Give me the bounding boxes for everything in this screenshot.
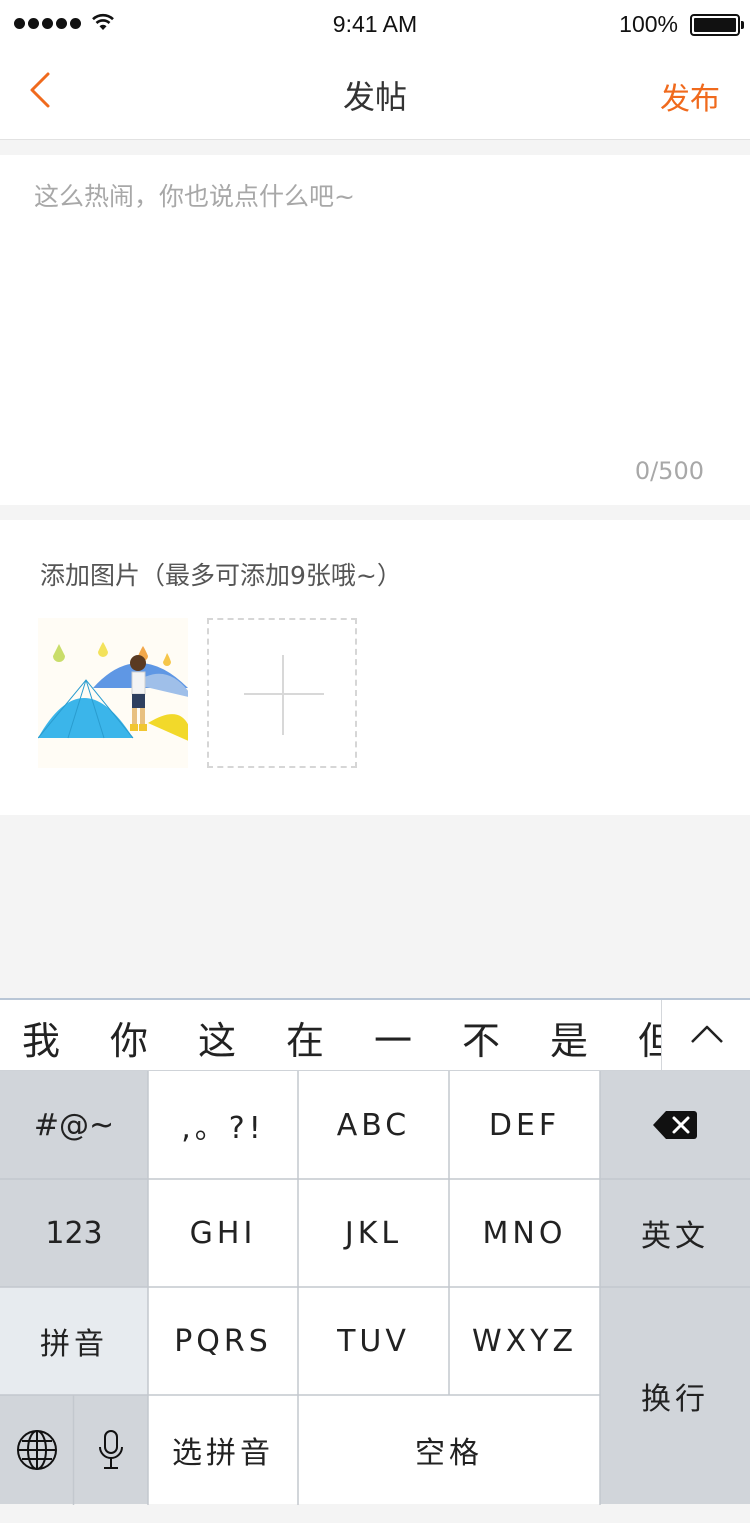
chevron-up-icon bbox=[691, 1025, 723, 1043]
post-text-input[interactable] bbox=[34, 179, 714, 439]
delete-key[interactable] bbox=[600, 1071, 750, 1179]
candidate-bar: 我 你 这 在 一 不 是 但 bbox=[0, 998, 750, 1071]
expand-candidates-button[interactable] bbox=[661, 1000, 750, 1070]
tuv-key[interactable]: TUV bbox=[298, 1287, 449, 1395]
publish-button[interactable]: 发布 bbox=[660, 74, 720, 118]
backspace-icon bbox=[653, 1111, 697, 1139]
chevron-left-icon bbox=[30, 72, 50, 108]
back-button[interactable] bbox=[20, 68, 64, 112]
punctuation-key[interactable]: ,。?! bbox=[148, 1071, 298, 1179]
child-with-umbrellas-photo bbox=[38, 618, 188, 768]
compose-post-screen: 9:41 AM 100% 发帖 发布 0/500 添加图片（最多可添加9张哦~） bbox=[0, 0, 750, 1523]
char-counter: 0/500 bbox=[634, 457, 704, 485]
candidate-word[interactable]: 一 bbox=[374, 1010, 412, 1065]
candidate-word[interactable]: 在 bbox=[286, 1010, 324, 1065]
page-title: 发帖 bbox=[342, 78, 407, 116]
candidate-word[interactable]: 这 bbox=[198, 1010, 236, 1065]
image-thumbnail[interactable] bbox=[38, 618, 188, 768]
microphone-icon bbox=[99, 1429, 123, 1469]
post-editor: 0/500 bbox=[0, 155, 750, 505]
wxyz-key[interactable]: WXYZ bbox=[449, 1287, 600, 1395]
microphone-key[interactable] bbox=[74, 1395, 148, 1504]
ghi-key[interactable]: GHI bbox=[148, 1179, 298, 1287]
mno-key[interactable]: MNO bbox=[449, 1179, 600, 1287]
candidate-word[interactable]: 你 bbox=[110, 1010, 148, 1065]
image-section: 添加图片（最多可添加9张哦~） bbox=[0, 520, 750, 815]
jkl-key[interactable]: JKL bbox=[298, 1179, 449, 1287]
add-image-label: 添加图片（最多可添加9张哦~） bbox=[40, 561, 402, 590]
add-image-button[interactable] bbox=[207, 618, 357, 768]
battery-percent: 100% bbox=[619, 11, 678, 37]
def-key[interactable]: DEF bbox=[449, 1071, 600, 1179]
home-indicator-area bbox=[0, 1505, 750, 1523]
english-key[interactable]: 英文 bbox=[600, 1179, 750, 1287]
pqrs-key[interactable]: PQRS bbox=[148, 1287, 298, 1395]
nav-bar: 发帖 发布 bbox=[0, 50, 750, 140]
enter-key[interactable]: 换行 bbox=[600, 1287, 750, 1504]
pinyin-keyboard: 我 你 这 在 一 不 是 但 #@~ ,。?! ABC DEF 123 GHI… bbox=[0, 998, 750, 1523]
globe-key[interactable] bbox=[0, 1395, 73, 1504]
abc-key[interactable]: ABC bbox=[298, 1071, 449, 1179]
candidate-word[interactable]: 不 bbox=[462, 1010, 500, 1065]
battery-icon bbox=[690, 14, 744, 36]
choose-pinyin-key[interactable]: 选拼音 bbox=[148, 1395, 298, 1504]
candidate-word[interactable]: 我 bbox=[22, 1010, 60, 1065]
space-key[interactable]: 空格 bbox=[298, 1395, 600, 1504]
candidate-word[interactable]: 是 bbox=[550, 1010, 588, 1065]
status-bar: 9:41 AM 100% bbox=[0, 0, 750, 50]
globe-icon bbox=[16, 1429, 57, 1470]
symbols-key[interactable]: #@~ bbox=[0, 1071, 148, 1179]
numbers-key[interactable]: 123 bbox=[0, 1179, 148, 1287]
pinyin-key[interactable]: 拼音 bbox=[0, 1287, 148, 1395]
